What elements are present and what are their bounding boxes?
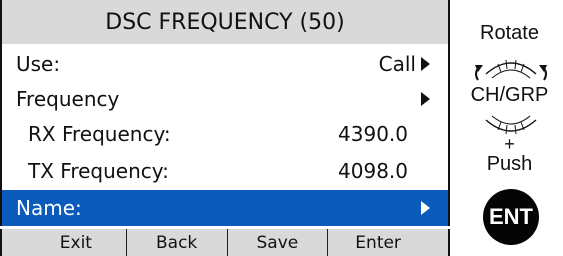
menu-item-label: Name:	[16, 196, 82, 220]
menu-item-use[interactable]: Use: Call	[0, 44, 450, 84]
menu-item-name[interactable]: Name:	[0, 190, 450, 226]
softkey-bar: Exit Back Save Enter	[0, 229, 450, 256]
radio-lcd-screen: DSC FREQUENCY (50) Use: Call Frequency R…	[0, 0, 450, 256]
menu-item-value: 4098.0	[338, 159, 408, 183]
operation-instructions: Rotate CH/GRP + Push ENT	[456, 0, 563, 256]
menu-item-tx-frequency[interactable]: TX Frequency: 4098.0	[0, 151, 450, 191]
save-button[interactable]: Save	[226, 229, 328, 256]
back-button[interactable]: Back	[125, 229, 227, 256]
menu-item-label: TX Frequency:	[28, 159, 169, 183]
exit-button[interactable]: Exit	[2, 229, 126, 256]
rotate-label: Rotate	[480, 22, 539, 44]
menu-item-rx-frequency[interactable]: RX Frequency: 4390.0	[0, 114, 450, 154]
right-arrow-icon	[421, 92, 430, 106]
menu-item-label: Frequency	[16, 87, 120, 111]
menu-item-value: 4390.0	[338, 122, 408, 146]
ch-grp-label: CH/GRP	[470, 84, 549, 106]
enter-button[interactable]: Enter	[327, 229, 448, 256]
menu-item-label: Use:	[16, 52, 61, 76]
right-arrow-icon	[421, 57, 430, 71]
menu-item-label: RX Frequency:	[28, 122, 171, 146]
ent-button-icon: ENT	[483, 189, 539, 245]
page-title: DSC FREQUENCY (50)	[0, 0, 450, 44]
plus-label: +	[504, 134, 515, 154]
menu-item-value: Call	[378, 52, 416, 76]
menu-item-frequency[interactable]: Frequency	[0, 79, 450, 119]
push-label: Push	[486, 153, 533, 175]
right-arrow-icon	[421, 201, 430, 215]
